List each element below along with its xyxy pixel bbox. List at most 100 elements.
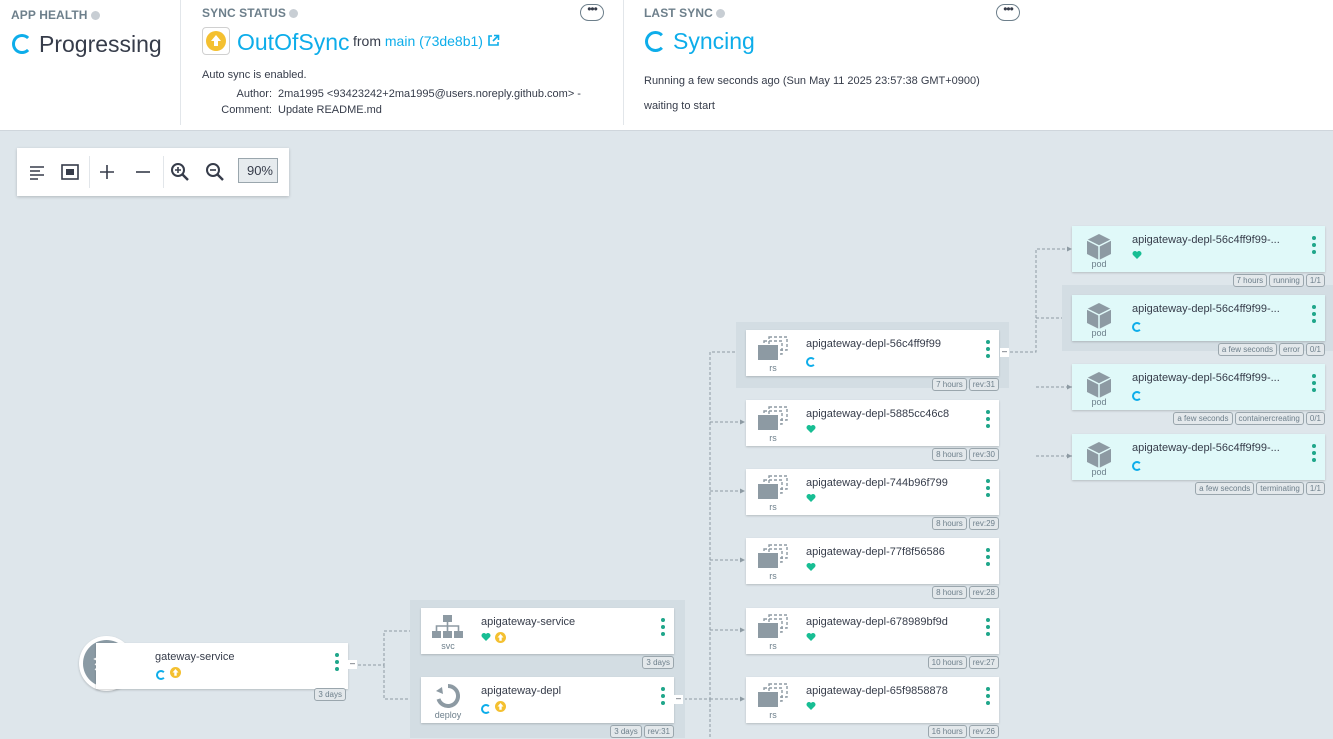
replicaset-node[interactable]: rs apigateway-depl-77f8f56586 8 hours rev… [746,538,999,599]
replicaset-node[interactable]: rs apigateway-depl-5885cc46c8 8 hours rev… [746,400,999,461]
replicaset-icon [754,406,792,432]
node-tag: a few seconds [1173,412,1233,425]
node-tag: 10 hours [927,656,967,669]
node-menu-button[interactable] [985,548,991,570]
node-tags: 3 days [312,684,346,702]
node-kind: pod [1091,467,1107,477]
node-kind: rs [769,502,777,512]
deploy-node[interactable]: deploy apigateway-depl 3 days rev:31 [421,677,674,738]
node-name: apigateway-service [481,616,576,628]
replicaset-node[interactable]: rs apigateway-depl-678989bf9d 10 hours re… [746,608,999,669]
healthy-heart-icon [806,425,816,433]
node-tag: a few seconds [1195,482,1255,495]
node-menu-button[interactable] [1311,444,1317,466]
node-kind: svc [441,641,455,651]
pod-icon [1080,301,1118,329]
node-tag: rev:31 [968,378,999,391]
node-tag: containercreating [1234,412,1304,425]
node-tags: 8 hours rev:28 [930,582,999,600]
node-menu-button[interactable] [985,479,991,501]
pod-node[interactable]: pod apigateway-depl-56c4ff9f99-... a few… [1072,364,1325,425]
progressing-icon [156,670,166,680]
progressing-icon [481,704,491,714]
node-status [1132,319,1142,332]
pod-icon [1080,440,1118,468]
node-name: apigateway-depl-56c4ff9f99-... [1132,234,1280,246]
node-status [806,424,816,437]
node-kind: rs [769,363,777,373]
node-kind: rs [769,641,777,651]
node-status [156,667,182,680]
progressing-icon [806,357,816,367]
node-tags: a few seconds error 0/1 [1216,339,1325,357]
node-tags: 10 hours rev:27 [926,652,999,670]
node-tag: 16 hours [927,725,967,738]
node-status [806,562,816,575]
node-menu-button[interactable] [334,653,340,675]
node-kind: pod [1091,259,1107,269]
node-status [481,701,507,714]
progressing-icon [1132,391,1142,401]
svc-node[interactable]: svc apigateway-service 3 days [421,608,674,669]
node-name: apigateway-depl-744b96f799 [806,477,948,489]
collapse-toggle[interactable]: – [348,659,357,669]
node-menu-button[interactable] [985,340,991,362]
out-of-sync-icon [170,667,182,678]
node-menu-button[interactable] [985,410,991,432]
deployment-icon [429,683,467,709]
node-tags: 7 hours rev:31 [930,374,999,392]
node-status [1132,458,1142,471]
node-kind: pod [1091,328,1107,338]
node-tag: 7 hours [932,378,967,391]
node-name: gateway-service [155,651,235,663]
collapse-toggle[interactable]: – [1000,347,1009,357]
pod-node[interactable]: pod apigateway-depl-56c4ff9f99-... a few… [1072,434,1325,495]
node-name: apigateway-depl-678989bf9d [806,616,948,628]
pod-node[interactable]: pod apigateway-depl-56c4ff9f99-... a few… [1072,295,1325,356]
node-tag: 0/1 [1305,412,1325,425]
node-status [1132,388,1142,401]
app-node[interactable]: gateway-service 3 days [96,643,348,701]
node-menu-button[interactable] [660,687,666,709]
node-status [806,701,816,714]
replicaset-icon [754,475,792,501]
node-tag: 7 hours [1232,274,1268,287]
node-kind: rs [769,571,777,581]
node-tag: running [1269,274,1304,287]
pod-node[interactable]: pod apigateway-depl-56c4ff9f99-... 7 hou… [1072,226,1325,287]
pod-icon [1080,232,1118,260]
node-name: apigateway-depl-56c4ff9f99-... [1132,303,1280,315]
node-name: apigateway-depl-5885cc46c8 [806,408,950,420]
replicaset-icon [754,544,792,570]
replicaset-node[interactable]: rs apigateway-depl-65f9858878 16 hours re… [746,677,999,738]
node-menu-button[interactable] [1311,305,1317,327]
healthy-heart-icon [481,633,491,641]
replicaset-node[interactable]: rs apigateway-depl-744b96f799 8 hours rev… [746,469,999,530]
node-tag: 0/1 [1305,343,1325,356]
node-tags: a few seconds containercreating 0/1 [1171,408,1325,426]
replicaset-node[interactable]: rs apigateway-depl-56c4ff9f99 7 hours rev… [746,330,999,391]
node-name: apigateway-depl-56c4ff9f99-... [1132,372,1280,384]
node-tag: a few seconds [1217,343,1277,356]
age-tag: 3 days [314,688,346,701]
replicaset-icon [754,336,792,362]
node-menu-button[interactable] [985,618,991,640]
node-kind: rs [769,710,777,720]
node-tags: 8 hours rev:30 [930,444,999,462]
node-menu-button[interactable] [985,687,991,709]
node-kind: rs [769,433,777,443]
node-menu-button[interactable] [660,618,666,640]
node-tag: 8 hours [932,448,967,461]
node-tags: 16 hours rev:26 [926,721,999,739]
node-tag: rev:30 [968,448,999,461]
node-tag: rev:28 [968,586,999,599]
node-tag: rev:27 [968,656,999,669]
progressing-icon [1132,461,1142,471]
collapse-toggle[interactable]: – [674,694,683,704]
node-tag: rev:26 [968,725,999,738]
node-menu-button[interactable] [1311,374,1317,396]
node-status [1132,250,1142,263]
node-name: apigateway-depl-56c4ff9f99-... [1132,442,1280,454]
node-menu-button[interactable] [1311,236,1317,258]
node-name: apigateway-depl-65f9858878 [806,685,948,697]
